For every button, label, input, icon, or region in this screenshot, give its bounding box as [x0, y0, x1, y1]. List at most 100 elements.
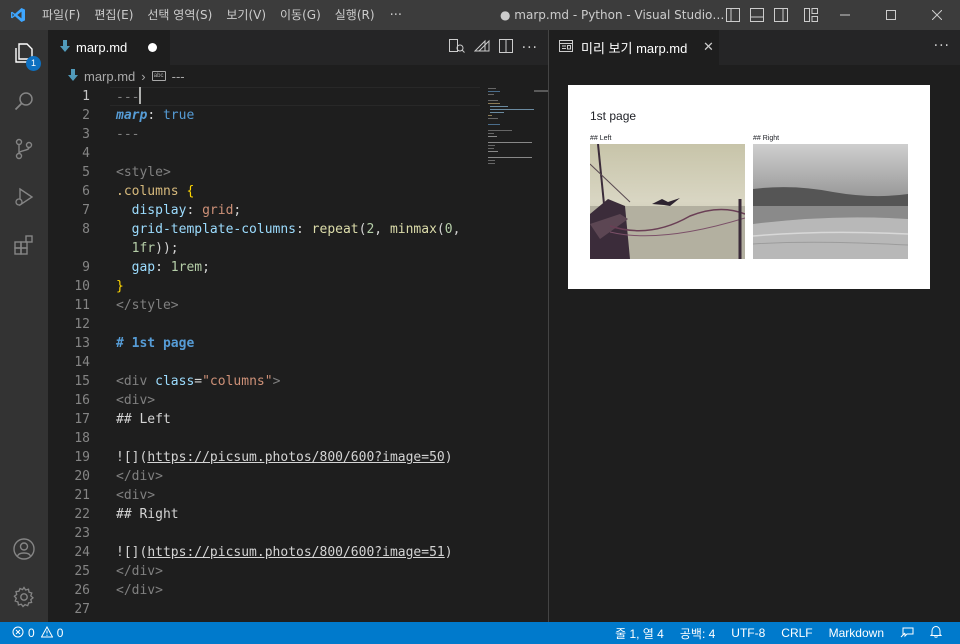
- code-line: 16 <div>: [48, 391, 488, 410]
- menu-run[interactable]: 실행(R): [328, 0, 382, 30]
- extensions-icon: [12, 233, 36, 260]
- code-line: 17 ## Left: [48, 410, 488, 429]
- code-text: class: [155, 374, 195, 389]
- activity-bar: 1: [0, 30, 48, 622]
- code-line: 7 display: grid;: [48, 201, 488, 220]
- menu-more-button[interactable]: ···: [382, 8, 410, 23]
- slide-image-left: [590, 144, 745, 259]
- breadcrumb-symbol[interactable]: ---: [172, 69, 185, 84]
- marp-icon[interactable]: [473, 39, 490, 56]
- editor-more-actions-button[interactable]: ···: [522, 40, 538, 56]
- menu-view[interactable]: 보기(V): [219, 0, 273, 30]
- menu-selection[interactable]: 선택 영역(S): [140, 0, 219, 30]
- window-controls: [822, 0, 960, 30]
- indentation[interactable]: 공백: 4: [672, 625, 723, 642]
- toggle-panel-icon[interactable]: [750, 8, 764, 22]
- line-number: 25: [74, 564, 90, 579]
- code-text: true: [162, 108, 195, 123]
- code-text: grid: [202, 203, 234, 218]
- code-line: 13 # 1st page: [48, 334, 488, 353]
- code-text: 1fr: [116, 241, 156, 256]
- close-icon[interactable]: ✕: [703, 40, 714, 55]
- code-text: ---: [116, 90, 140, 105]
- line-number: 26: [74, 583, 90, 598]
- slide-image-right: [753, 144, 908, 259]
- feedback-icon[interactable]: [892, 626, 922, 641]
- code-text: =: [194, 374, 203, 389]
- source-control-button[interactable]: [0, 126, 48, 174]
- code-text: ![](: [116, 450, 148, 465]
- search-button[interactable]: [0, 78, 48, 126]
- code-text: ![](: [116, 545, 148, 560]
- minimap[interactable]: [488, 87, 548, 207]
- breadcrumb-file[interactable]: marp.md: [84, 69, 135, 84]
- preview-tab-label: 미리 보기 marp.md: [581, 41, 688, 56]
- unsaved-dot-icon[interactable]: [148, 43, 157, 52]
- code-text: <div>: [116, 488, 156, 503]
- bell-icon[interactable]: [922, 625, 950, 641]
- run-debug-button[interactable]: [0, 174, 48, 222]
- toggle-secondary-sidebar-icon[interactable]: [774, 8, 788, 22]
- minimize-button[interactable]: [822, 0, 868, 30]
- line-number: 5: [82, 165, 90, 180]
- code-text: {: [178, 184, 195, 199]
- chevron-right-icon: ›: [141, 68, 146, 84]
- encoding[interactable]: UTF-8: [723, 626, 773, 640]
- menu-go[interactable]: 이동(G): [273, 0, 328, 30]
- code-line: 6 .columns {: [48, 182, 488, 201]
- line-number: 7: [82, 203, 90, 218]
- accounts-button[interactable]: [0, 526, 48, 574]
- line-number: 10: [74, 279, 90, 294]
- error-icon: [12, 626, 24, 641]
- code-line: 24 ![](https://picsum.photos/800/600?ima…: [48, 543, 488, 562]
- editor-group-right: 미리 보기 marp.md ✕ ··· 1st page ## Left ## …: [549, 30, 960, 622]
- image-link[interactable]: https://picsum.photos/800/600?image=50: [147, 450, 444, 465]
- close-window-button[interactable]: [914, 0, 960, 30]
- customize-layout-icon[interactable]: [804, 8, 818, 22]
- tab-label: marp.md: [76, 40, 128, 55]
- error-count: 0: [28, 626, 35, 640]
- menu-file[interactable]: 파일(F): [35, 0, 87, 30]
- split-editor-icon[interactable]: [498, 39, 513, 56]
- cursor-position[interactable]: 줄 1, 열 4: [607, 625, 672, 642]
- line-number: 8: [82, 222, 90, 237]
- menu-bar: 파일(F) 편집(E) 선택 영역(S) 보기(V) 이동(G) 실행(R) ·…: [35, 0, 410, 30]
- preview-more-actions-button[interactable]: ···: [934, 38, 950, 54]
- markdown-file-icon: [60, 40, 70, 55]
- code-editor[interactable]: 1 --- 2 marp: true 3 --- 4 5 <style> 6 .…: [48, 87, 488, 622]
- extensions-button[interactable]: [0, 222, 48, 270]
- manage-button[interactable]: [0, 574, 48, 622]
- code-text: ,: [452, 222, 461, 237]
- code-line: 14: [48, 353, 488, 372]
- editor-actions: ···: [448, 30, 538, 65]
- line-number: 15: [74, 374, 90, 389]
- open-preview-icon[interactable]: [448, 39, 465, 56]
- line-number: 4: [82, 146, 90, 161]
- end-of-line[interactable]: CRLF: [773, 626, 820, 640]
- line-number: 6: [82, 184, 90, 199]
- maximize-button[interactable]: [868, 0, 914, 30]
- menu-edit[interactable]: 편집(E): [87, 0, 140, 30]
- image-link[interactable]: https://picsum.photos/800/600?image=51: [147, 545, 444, 560]
- preview-tabs: 미리 보기 marp.md ✕ ···: [549, 30, 960, 65]
- tab-preview-marp-md[interactable]: 미리 보기 marp.md ✕: [549, 30, 719, 65]
- symbol-string-icon: abc: [151, 71, 166, 81]
- toggle-primary-sidebar-icon[interactable]: [726, 8, 740, 22]
- code-line: 8 grid-template-columns: repeat(2, minma…: [48, 220, 488, 239]
- explorer-button[interactable]: 1: [0, 30, 48, 78]
- code-text: <style>: [116, 165, 171, 180]
- language-mode[interactable]: Markdown: [821, 626, 892, 640]
- code-text: ## Right: [116, 507, 179, 522]
- code-text: </div>: [116, 564, 163, 579]
- editor-tabs: marp.md ···: [48, 30, 548, 65]
- problems-indicator[interactable]: 0 0: [12, 622, 63, 644]
- scrollbar-indicator[interactable]: [534, 87, 548, 101]
- code-text: display: [116, 203, 187, 218]
- code-text: </style>: [116, 298, 179, 313]
- tab-marp-md[interactable]: marp.md: [48, 30, 170, 65]
- line-number: 16: [74, 393, 90, 408]
- code-text: ;: [233, 203, 242, 218]
- code-line: 20 </div>: [48, 467, 488, 486]
- code-text: repeat: [311, 222, 359, 237]
- code-text: # 1st page: [116, 336, 195, 351]
